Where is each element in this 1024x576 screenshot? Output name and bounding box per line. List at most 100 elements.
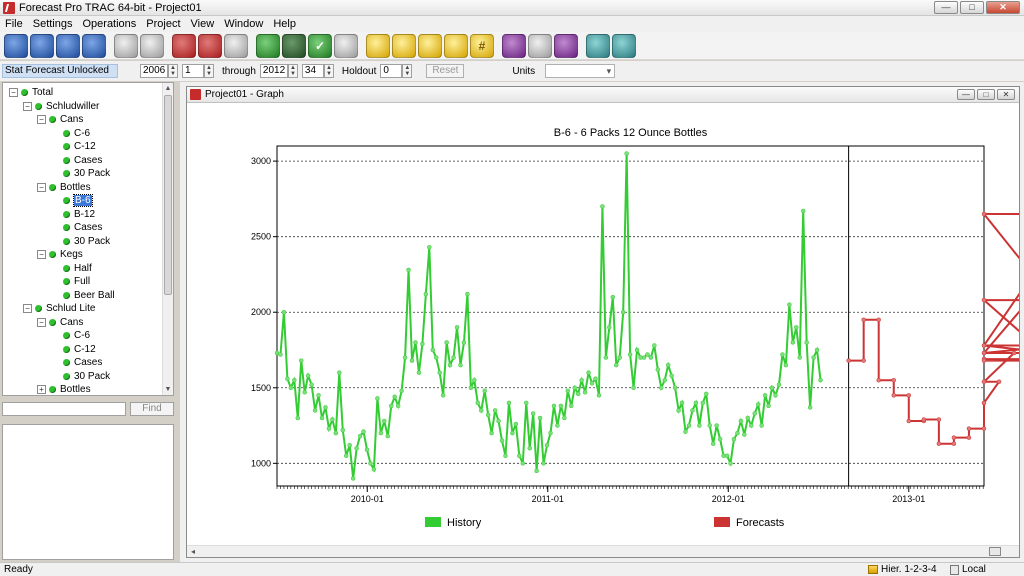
tree-node[interactable]: Beer Ball	[51, 289, 115, 302]
scroll-box[interactable]	[989, 547, 1001, 556]
scroll-up-icon[interactable]: ▲	[163, 83, 173, 94]
start-year-spinner[interactable]: ▲ ▼	[168, 64, 178, 78]
tree-node[interactable]: B-12	[51, 208, 95, 221]
tree-scroll-thumb[interactable]	[164, 95, 172, 295]
menu-view[interactable]: View	[186, 18, 220, 30]
collapse-icon[interactable]: −	[37, 250, 46, 259]
collapse-icon[interactable]: −	[23, 101, 32, 111]
tree-node[interactable]: Cases	[51, 221, 102, 234]
tree-node[interactable]: 30 Pack	[51, 235, 110, 248]
menu-operations[interactable]: Operations	[77, 18, 141, 30]
start-year-field[interactable]: 2006	[140, 64, 168, 78]
collapse-icon[interactable]: −	[23, 304, 32, 313]
tree-node[interactable]: − Cans	[37, 316, 83, 329]
filter-icon[interactable]	[586, 33, 610, 58]
copy-icon[interactable]	[114, 33, 138, 58]
tree-node[interactable]: Cases	[51, 154, 102, 167]
scroll-left-icon[interactable]: ◂	[191, 546, 195, 558]
end-period-spinner[interactable]: ▲ ▼	[323, 64, 334, 78]
start-period-spinner[interactable]: ▲ ▼	[204, 64, 214, 78]
toolbar: ✓ #	[0, 32, 1024, 60]
menu-help[interactable]: Help	[268, 18, 301, 30]
units-dropdown[interactable]	[545, 64, 616, 78]
graph-window-titlebar[interactable]: Project01 - Graph — □ ✕	[187, 87, 1019, 103]
graph-close-button[interactable]: ✕	[997, 89, 1015, 100]
override-icon[interactable]	[256, 33, 280, 58]
edit-icon[interactable]	[418, 33, 442, 58]
find-input[interactable]	[2, 402, 126, 416]
tree-node[interactable]: − Bottles	[37, 181, 91, 194]
history-point	[690, 408, 695, 413]
tree-node[interactable]: Full	[51, 275, 90, 288]
tree-node[interactable]: 30 Pack	[51, 167, 110, 180]
tree-node[interactable]: C-12	[51, 140, 96, 153]
tree-node[interactable]: 30 Pack	[51, 370, 110, 383]
legend-history-swatch	[425, 517, 441, 527]
network-icon[interactable]	[528, 33, 552, 58]
tree-scrollbar[interactable]: ▲ ▼	[162, 83, 173, 395]
start-period-field[interactable]: 1	[182, 64, 204, 78]
expand-icon[interactable]: +	[37, 385, 46, 394]
tree-node[interactable]: − Schlud Lite	[23, 302, 95, 315]
note-icon[interactable]	[366, 33, 390, 58]
hierarchy-tree-panel: − Total − Schludwiller − Cans C-6 C-12 Cases 30 P…	[2, 82, 174, 396]
collapse-icon[interactable]: −	[37, 115, 46, 124]
end-year-field[interactable]: 2012	[259, 64, 288, 78]
tree-node[interactable]: − Total	[9, 86, 53, 99]
collapse-icon[interactable]: −	[37, 182, 46, 192]
tree-node[interactable]: − Cans	[37, 113, 83, 126]
tree-node[interactable]: − Kegs	[37, 248, 83, 261]
new-icon[interactable]	[4, 33, 28, 58]
forecast-icon[interactable]	[198, 33, 222, 58]
tree-node[interactable]: Cases	[51, 356, 102, 369]
history-point	[399, 388, 404, 394]
history-point	[433, 355, 439, 360]
database-icon[interactable]	[502, 33, 526, 58]
menu-window[interactable]: Window	[219, 18, 268, 30]
tools-icon[interactable]	[224, 33, 248, 58]
holdout-field[interactable]: 0	[380, 64, 403, 78]
wrench-icon[interactable]	[612, 33, 636, 58]
status-hierarchy: Hier. 1-2-3-4	[868, 564, 937, 575]
holdout-spinner[interactable]: ▲ ▼	[402, 64, 413, 78]
save-icon[interactable]	[56, 33, 80, 58]
tree-node[interactable]: − Schludwiller	[23, 100, 99, 113]
graph-icon[interactable]	[282, 33, 306, 58]
tree-node[interactable]: C-6	[51, 127, 90, 140]
minimize-button[interactable]: —	[934, 1, 958, 14]
menu-project[interactable]: Project	[141, 18, 185, 30]
menu-file[interactable]: File	[0, 18, 28, 30]
forecast-point	[861, 358, 866, 363]
history-point	[745, 415, 751, 421]
hash-icon[interactable]: #	[470, 33, 494, 58]
tree-node[interactable]: Half	[51, 262, 92, 275]
tree-node[interactable]: C-12	[51, 343, 96, 356]
forecast-point	[981, 343, 987, 348]
open-icon[interactable]	[30, 33, 54, 58]
paw-icon[interactable]	[334, 33, 358, 58]
paste-icon[interactable]	[140, 33, 164, 58]
tree-node[interactable]: + Bottles	[37, 383, 91, 395]
collapse-icon[interactable]: −	[37, 317, 46, 327]
tree-node[interactable]: B-6	[51, 194, 93, 207]
notes-panel[interactable]	[2, 424, 174, 560]
graph-maximize-button[interactable]: □	[977, 89, 995, 100]
scroll-down-icon[interactable]: ▼	[163, 384, 173, 395]
flag-icon[interactable]	[392, 33, 416, 58]
pencil-icon[interactable]	[444, 33, 468, 58]
menu-settings[interactable]: Settings	[28, 18, 78, 30]
close-button[interactable]: ✕	[986, 1, 1020, 14]
reset-button[interactable]: Reset	[426, 64, 465, 78]
graph-horizontal-scrollbar[interactable]: ◂	[187, 545, 1019, 557]
find-button[interactable]: Find	[130, 402, 174, 416]
export-icon[interactable]	[554, 33, 578, 58]
collapse-icon[interactable]: −	[9, 88, 18, 97]
end-year-spinner[interactable]: ▲ ▼	[287, 64, 298, 78]
print-icon[interactable]	[82, 33, 106, 58]
maximize-button[interactable]: □	[960, 1, 984, 14]
graph-minimize-button[interactable]: —	[957, 89, 975, 100]
check-icon[interactable]: ✓	[308, 33, 332, 58]
tree-node[interactable]: C-6	[51, 329, 90, 342]
end-period-field[interactable]: 34	[301, 64, 324, 78]
report-icon[interactable]	[172, 33, 196, 58]
